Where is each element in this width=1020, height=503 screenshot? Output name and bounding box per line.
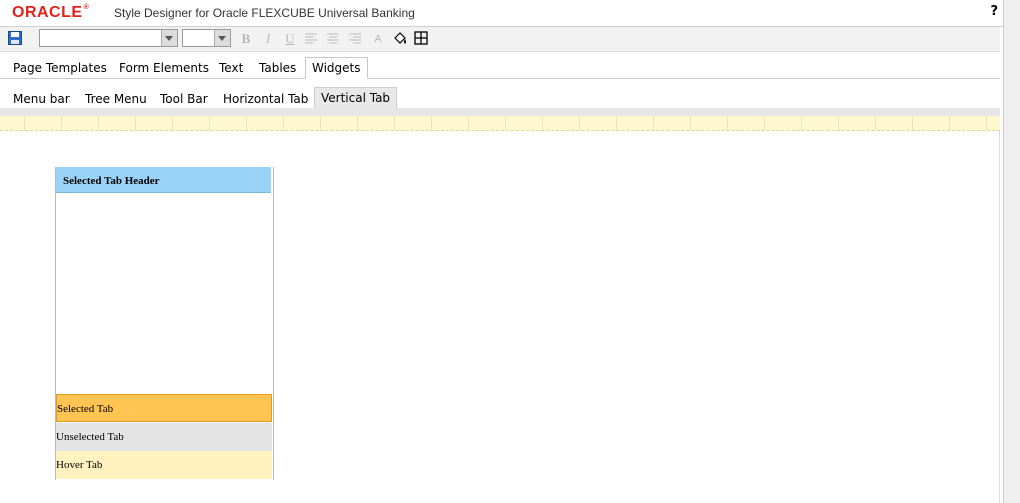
ruler-tick [875,116,876,130]
vertical-scrollbar[interactable] [1003,0,1020,503]
tab-horizontal-tab[interactable]: Horizontal Tab [217,89,314,109]
ruler-tick [949,116,950,130]
ruler-tick [320,116,321,130]
tab-text[interactable]: Text [213,58,249,78]
vertical-tab-preview: Selected Tab Header Selected Tab Unselec… [55,167,274,480]
underline-button[interactable]: U [281,30,299,48]
ruler-tick [431,116,432,130]
ruler-tick [986,116,987,130]
ruler [0,116,1000,131]
ruler-tick [727,116,728,130]
align-right-icon[interactable] [348,33,362,45]
tab-tool-bar[interactable]: Tool Bar [154,89,214,109]
ruler-tick [764,116,765,130]
italic-button[interactable]: I [259,30,277,48]
ruler-tick [246,116,247,130]
ruler-tick [505,116,506,130]
border-grid-icon[interactable] [414,31,428,45]
ruler-tick [172,116,173,130]
tab-menu-bar[interactable]: Menu bar [7,89,76,109]
ruler-tick [283,116,284,130]
ruler-tick [468,116,469,130]
ruler-tick [838,116,839,130]
ruler-tick [394,116,395,130]
widget-sub-tab-bar: Menu bar Tree Menu Tool Bar Horizontal T… [0,86,1000,109]
font-color-icon[interactable]: A [369,30,387,48]
ruler-tick [690,116,691,130]
fill-color-icon[interactable] [392,31,408,47]
font-size-select[interactable] [182,29,231,47]
format-toolbar: B I U A [0,27,1000,52]
font-family-select[interactable] [39,29,178,47]
title-bar: ORACLE® Style Designer for Oracle FLEXCU… [0,0,1020,27]
ruler-tick [357,116,358,130]
tab-form-elements[interactable]: Form Elements [113,58,215,78]
unselected-tab[interactable]: Unselected Tab [56,423,272,451]
tab-widgets[interactable]: Widgets [305,57,368,79]
selected-tab[interactable]: Selected Tab [56,394,272,422]
ruler-tick [98,116,99,130]
chevron-down-icon[interactable] [161,30,177,46]
tab-tables[interactable]: Tables [253,58,302,78]
tab-vertical-tab[interactable]: Vertical Tab [314,87,398,108]
ruler-tick [616,116,617,130]
ruler-tick [61,116,62,130]
tab-tree-menu[interactable]: Tree Menu [79,89,153,109]
ruler-tick [24,116,25,130]
ruler-tick [579,116,580,130]
separator-band [0,108,1000,116]
ruler-tick [135,116,136,130]
main-tab-bar: Page Templates Form Elements Text Tables… [0,55,1000,79]
oracle-logo: ORACLE® [12,4,90,21]
bold-button[interactable]: B [237,30,255,48]
help-button[interactable]: ? [990,4,998,19]
app-title: Style Designer for Oracle FLEXCUBE Unive… [114,6,415,20]
hover-tab[interactable]: Hover Tab [56,451,272,479]
tab-page-templates[interactable]: Page Templates [7,58,113,78]
align-center-icon[interactable] [326,33,340,45]
ruler-tick [542,116,543,130]
save-icon[interactable] [8,31,22,45]
selected-tab-header[interactable]: Selected Tab Header [56,167,271,193]
ruler-tick [912,116,913,130]
chevron-down-icon[interactable] [214,30,230,46]
align-left-icon[interactable] [304,33,318,45]
ruler-tick [653,116,654,130]
ruler-tick [209,116,210,130]
ruler-tick [801,116,802,130]
